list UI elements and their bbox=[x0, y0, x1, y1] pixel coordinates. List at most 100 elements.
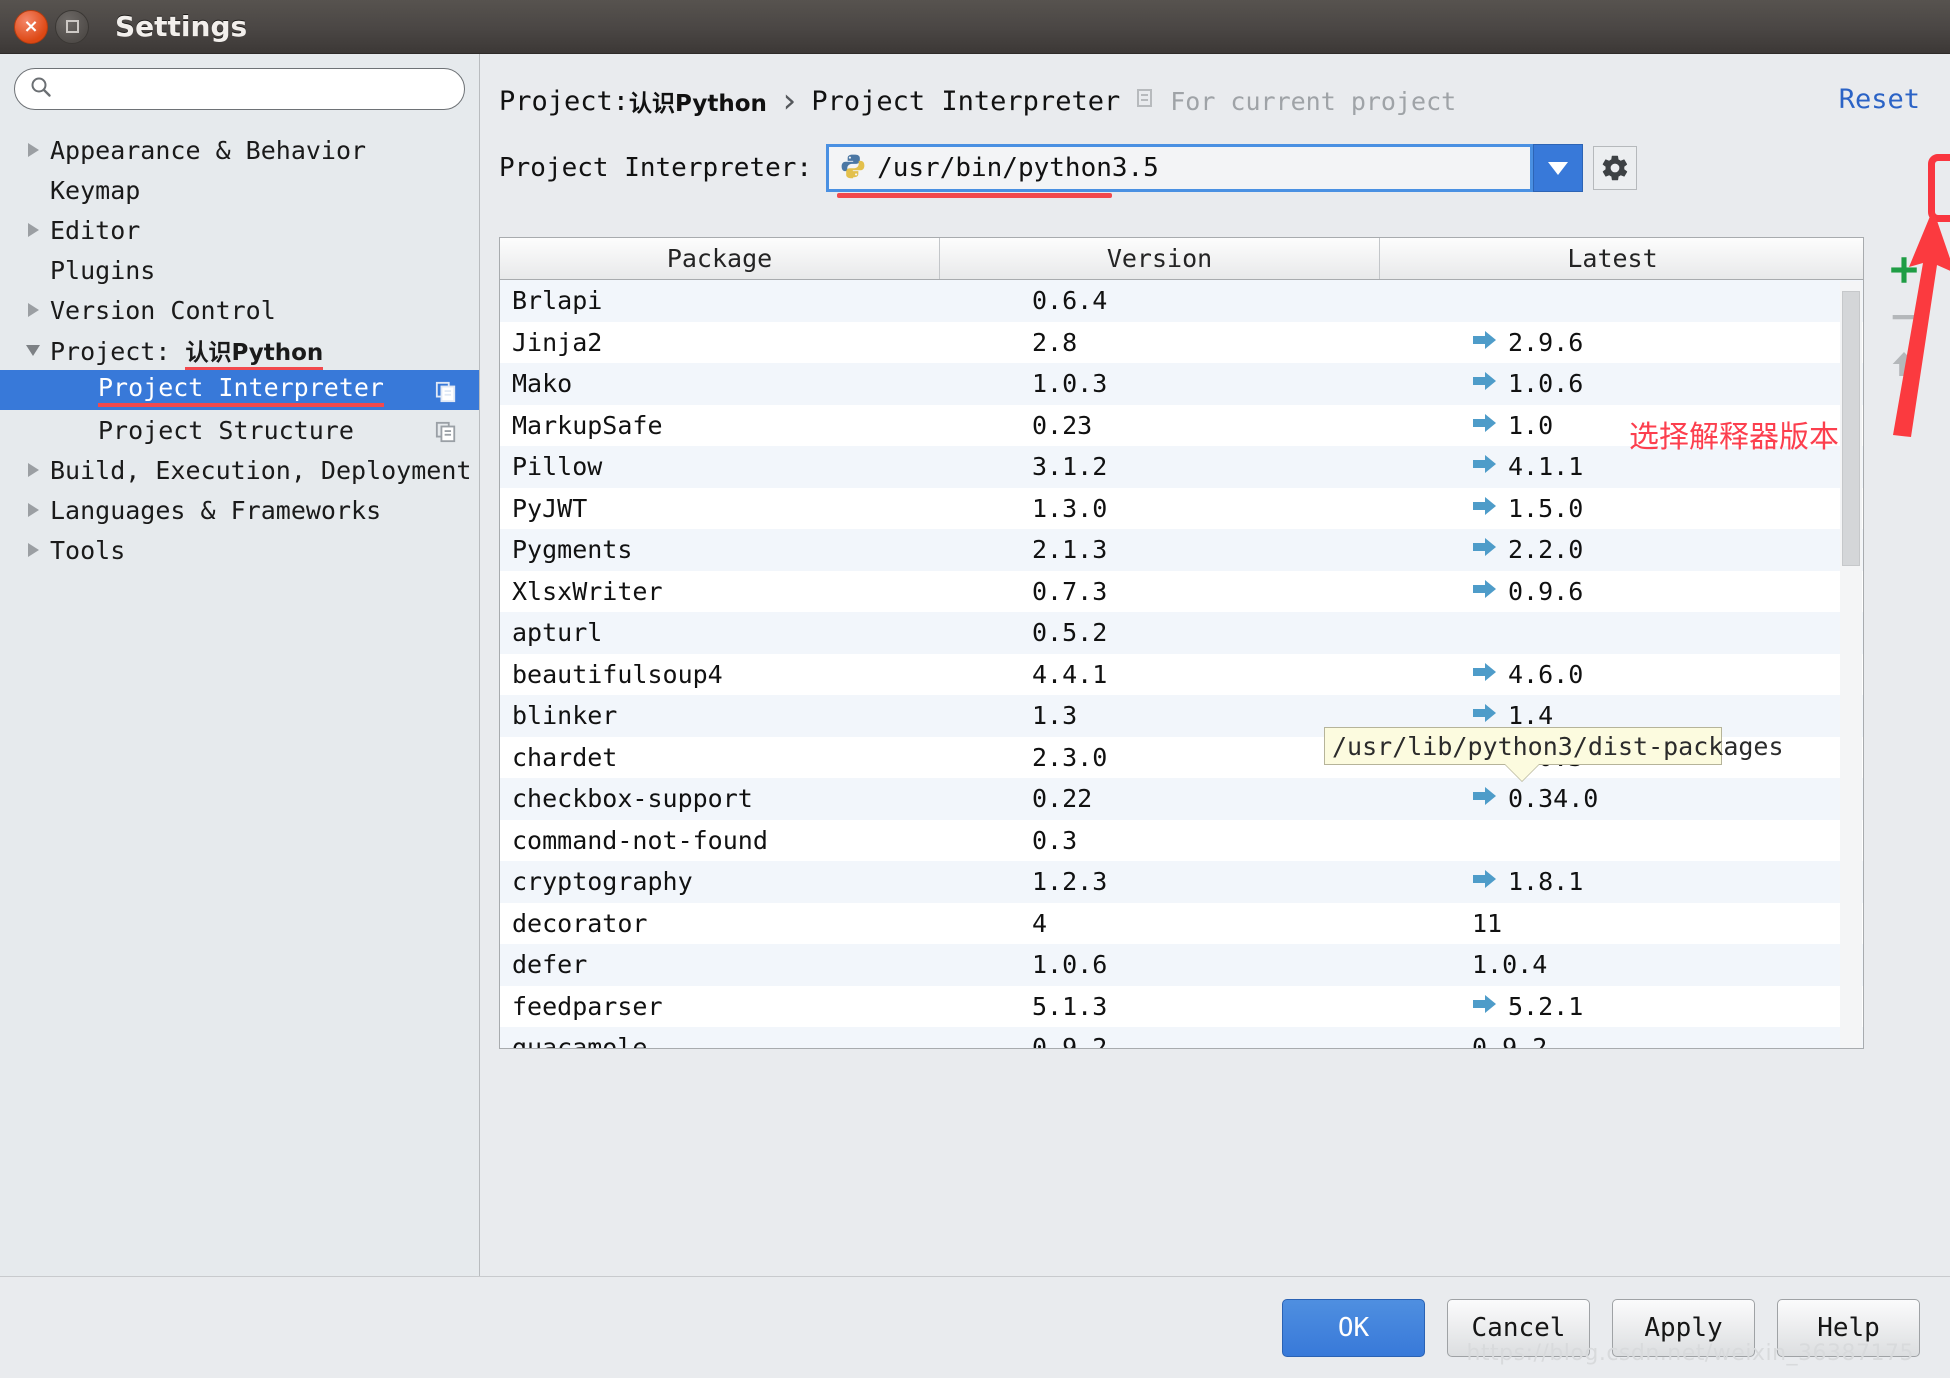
watermark: https://blog.csdn.net/weixin_36387175 bbox=[1466, 1341, 1914, 1366]
cell-latest: 11 bbox=[1472, 908, 1503, 938]
reset-link[interactable]: Reset bbox=[1839, 84, 1920, 115]
close-icon[interactable]: × bbox=[14, 9, 48, 44]
chevron-down-icon[interactable] bbox=[1533, 144, 1584, 192]
ok-button[interactable]: OK bbox=[1282, 1298, 1425, 1357]
cell-version: 1.2.3 bbox=[1032, 867, 1108, 897]
cell-package: guacamole bbox=[512, 1033, 648, 1049]
table-row[interactable]: cryptography 1.2.3 1.8.1 bbox=[500, 861, 1863, 903]
chevron-right-icon[interactable] bbox=[20, 143, 46, 157]
sidebar-item-keymap[interactable]: Keymap bbox=[0, 170, 479, 210]
sidebar-item-project-structure[interactable]: Project Structure bbox=[0, 410, 479, 450]
table-row[interactable]: defer 1.0.6 1.0.4 bbox=[500, 944, 1863, 986]
sidebar-item-tools[interactable]: Tools bbox=[0, 530, 479, 570]
table-row[interactable]: checkbox-support 0.22 0.34.0 bbox=[500, 778, 1863, 820]
cell-latest: 2.2.0 bbox=[1380, 535, 1845, 564]
maximize-icon[interactable] bbox=[55, 9, 89, 44]
cell-version: 1.3 bbox=[1032, 701, 1078, 731]
cell-version: 5.1.3 bbox=[1032, 991, 1108, 1021]
sidebar-item-label: Project: 认识Python bbox=[50, 333, 324, 371]
for-current-project-label: For current project bbox=[1170, 86, 1457, 116]
upgrade-arrow-icon bbox=[1472, 369, 1498, 398]
sidebar-item-label: Appearance & Behavior bbox=[50, 135, 367, 165]
plus-icon[interactable] bbox=[1879, 247, 1929, 294]
gear-icon[interactable] bbox=[1593, 146, 1638, 190]
table-row[interactable]: command-not-found 0.3 bbox=[500, 819, 1863, 861]
upgrade-arrow-icon bbox=[1472, 701, 1498, 730]
cell-package: defer bbox=[512, 950, 588, 980]
upgrade-arrow-icon bbox=[1472, 660, 1498, 689]
interpreter-page: Project: 认识Python › Project Interpreter … bbox=[481, 54, 1950, 1276]
chevron-right-icon[interactable] bbox=[20, 503, 46, 517]
search-input[interactable] bbox=[61, 78, 450, 100]
table-row[interactable]: decorator 4 11 bbox=[500, 902, 1863, 944]
cell-package: chardet bbox=[512, 742, 618, 772]
sidebar-item-label: Tools bbox=[50, 535, 126, 565]
chevron-down-icon[interactable] bbox=[20, 344, 46, 356]
upgrade-arrow-icon bbox=[1472, 494, 1498, 523]
upgrade-arrow-icon bbox=[1472, 535, 1498, 564]
sidebar-item-label: Build, Execution, Deployment bbox=[50, 455, 472, 485]
sidebar-item-label: Editor bbox=[50, 215, 141, 245]
column-header-package[interactable]: Package bbox=[500, 238, 940, 279]
arrow-up-icon[interactable] bbox=[1879, 340, 1929, 387]
cell-package: Pygments bbox=[512, 535, 633, 565]
interpreter-combobox[interactable]: /usr/bin/python3.5 bbox=[826, 144, 1534, 198]
search-icon bbox=[29, 75, 53, 103]
breadcrumb: Project: 认识Python › Project Interpreter … bbox=[499, 76, 1950, 126]
chevron-right-icon[interactable] bbox=[20, 463, 46, 477]
cell-version: 0.9.2 bbox=[1032, 1033, 1108, 1049]
table-row[interactable]: Brlapi 0.6.4 bbox=[500, 280, 1863, 322]
column-header-latest[interactable]: Latest bbox=[1380, 238, 1845, 279]
cell-package: Pillow bbox=[512, 452, 603, 482]
sidebar-item-languages-frameworks[interactable]: Languages & Frameworks bbox=[0, 490, 479, 530]
breadcrumb-page: Project Interpreter bbox=[811, 85, 1121, 117]
scrollbar-thumb[interactable] bbox=[1842, 291, 1860, 566]
upgrade-arrow-icon bbox=[1472, 992, 1498, 1021]
table-row[interactable]: Jinja2 2.8 2.9.6 bbox=[500, 321, 1863, 363]
search-box[interactable] bbox=[14, 68, 465, 110]
table-row[interactable]: Mako 1.0.3 1.0.6 bbox=[500, 363, 1863, 405]
sidebar-item-label: Plugins bbox=[50, 255, 156, 285]
python-icon bbox=[839, 152, 867, 184]
path-tooltip: /usr/lib/python3/dist-packages bbox=[1324, 727, 1784, 765]
column-header-version[interactable]: Version bbox=[940, 238, 1380, 279]
table-row[interactable]: feedparser 5.1.3 5.2.1 bbox=[500, 985, 1863, 1027]
chevron-right-icon[interactable] bbox=[20, 543, 46, 557]
table-row[interactable]: beautifulsoup4 4.4.1 4.6.0 bbox=[500, 653, 1863, 695]
copy-icon[interactable] bbox=[435, 420, 457, 449]
cell-package: blinker bbox=[512, 701, 618, 731]
table-row[interactable]: PyJWT 1.3.0 1.5.0 bbox=[500, 487, 1863, 529]
sidebar-item-plugins[interactable]: Plugins bbox=[0, 250, 479, 290]
cell-package: beautifulsoup4 bbox=[512, 659, 723, 689]
cell-version: 0.22 bbox=[1032, 784, 1093, 814]
table-body: Brlapi 0.6.4 Jinja2 2.8 2.9.6 Mako 1.0.3 1.0.6 M… bbox=[500, 280, 1863, 1049]
table-row[interactable]: Pygments 2.1.3 2.2.0 bbox=[500, 529, 1863, 571]
cell-package: MarkupSafe bbox=[512, 410, 663, 440]
cell-latest: 4.1.1 bbox=[1380, 452, 1845, 481]
sidebar-item-label: Project Interpreter bbox=[98, 373, 384, 407]
cell-latest: 1.0.4 bbox=[1472, 950, 1548, 980]
chevron-right-icon[interactable] bbox=[20, 223, 46, 237]
cell-version: 0.6.4 bbox=[1032, 286, 1108, 316]
table-scrollbar[interactable] bbox=[1840, 281, 1862, 1048]
sidebar-item-build-execution-deployment[interactable]: Build, Execution, Deployment bbox=[0, 450, 479, 490]
table-row[interactable]: guacamole 0.9.2 0.9.2 bbox=[500, 1027, 1863, 1049]
cell-package: decorator bbox=[512, 908, 648, 938]
table-row[interactable]: apturl 0.5.2 bbox=[500, 612, 1863, 654]
cell-latest: 1.0.6 bbox=[1380, 369, 1845, 398]
cell-version: 1.0.3 bbox=[1032, 369, 1108, 399]
chevron-right-icon[interactable] bbox=[20, 303, 46, 317]
sidebar-item-project-python[interactable]: Project: 认识Python bbox=[0, 330, 479, 371]
table-row[interactable]: XlsxWriter 0.7.3 0.9.6 bbox=[500, 570, 1863, 612]
sidebar-item-editor[interactable]: Editor bbox=[0, 210, 479, 250]
breadcrumb-project-name: 认识Python bbox=[629, 91, 767, 117]
cell-package: feedparser bbox=[512, 991, 663, 1021]
sidebar-item-version-control[interactable]: Version Control bbox=[0, 290, 479, 330]
sidebar-item-appearance-behavior[interactable]: Appearance & Behavior bbox=[0, 130, 479, 170]
cell-version: 0.23 bbox=[1032, 410, 1093, 440]
minus-icon[interactable] bbox=[1879, 294, 1929, 341]
copy-icon[interactable] bbox=[435, 380, 457, 409]
cell-version: 2.1.3 bbox=[1032, 535, 1108, 565]
sidebar-item-project-interpreter[interactable]: Project Interpreter bbox=[0, 370, 479, 410]
cell-latest: 4.6.0 bbox=[1380, 660, 1845, 689]
